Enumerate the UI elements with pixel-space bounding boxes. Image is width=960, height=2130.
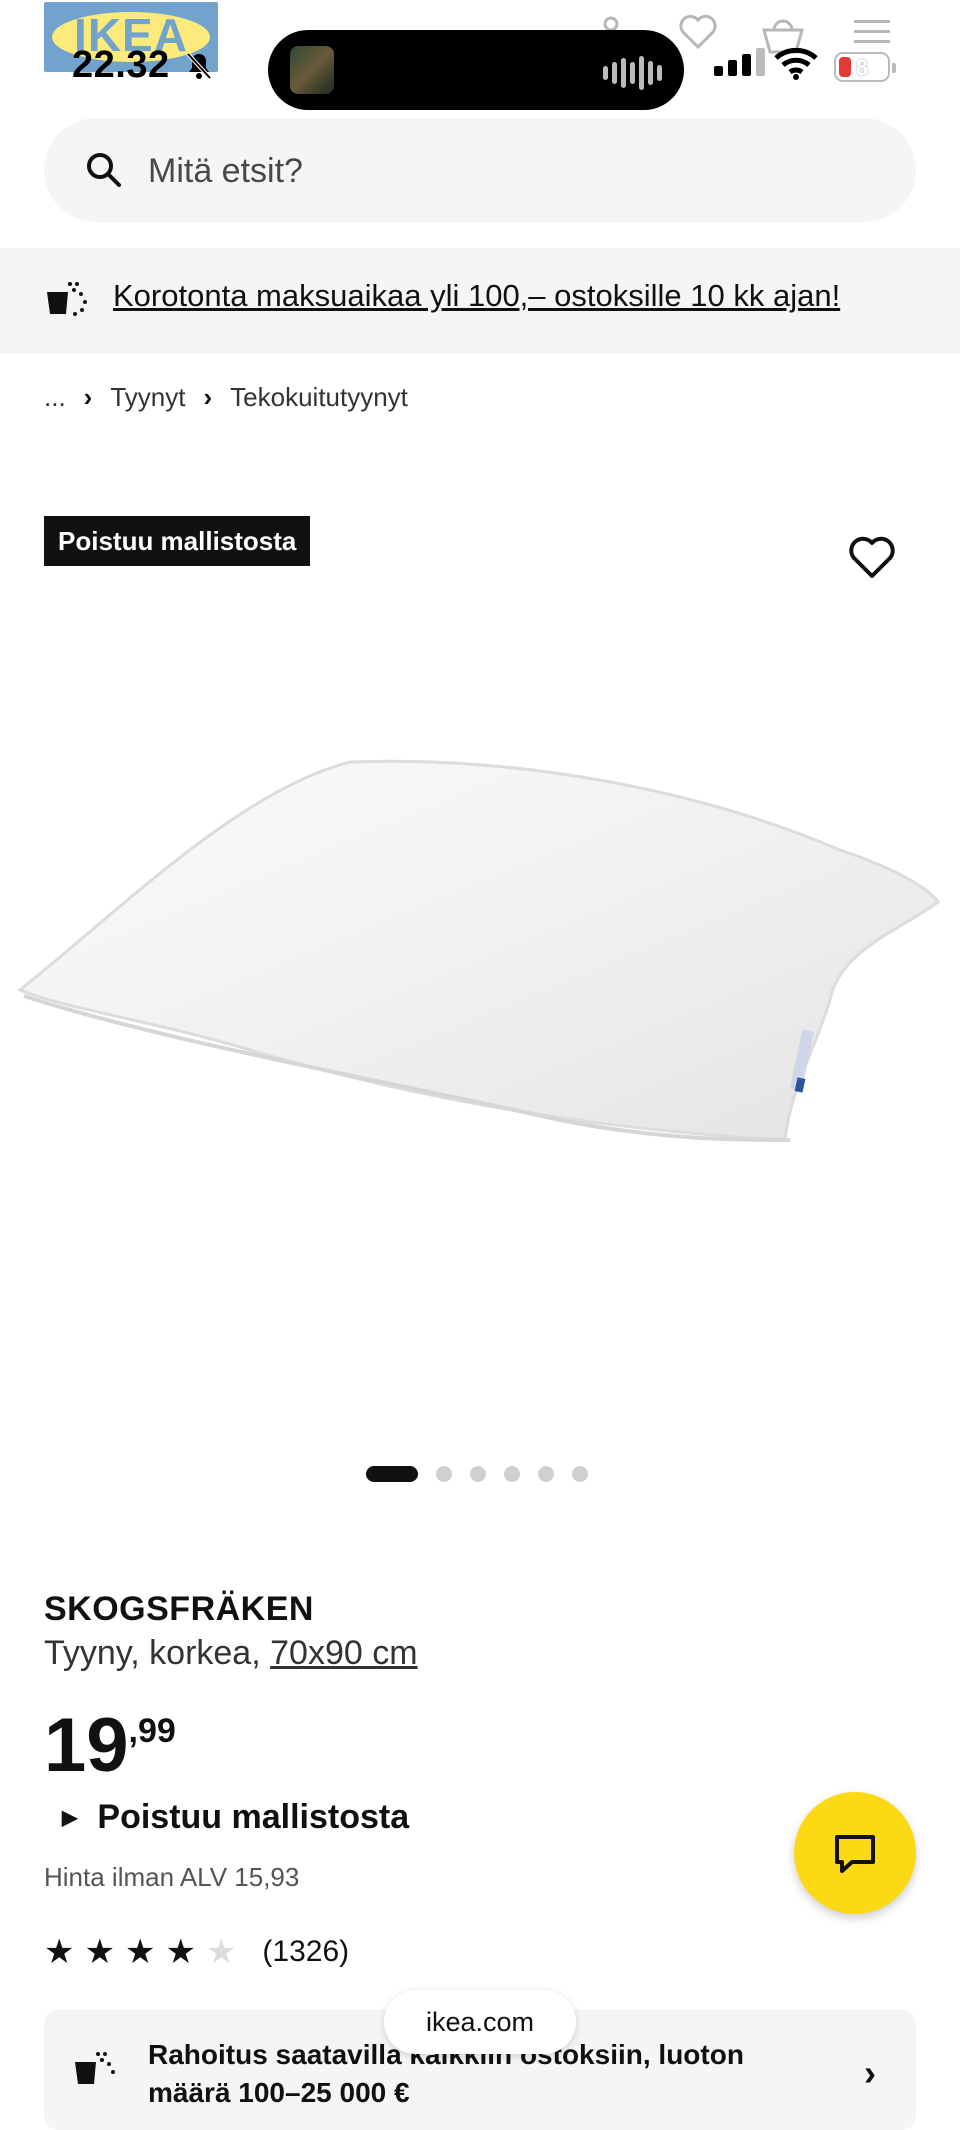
chevron-right-icon: › [203, 382, 213, 412]
status-badge: Poistuu mallistosta [44, 516, 311, 566]
heart-icon[interactable] [678, 14, 718, 55]
star-icon: ★ [84, 1933, 115, 1971]
availability-toggle[interactable]: ▶ Poistuu mallistosta [62, 1798, 409, 1837]
carousel-dot-5[interactable] [538, 1466, 554, 1482]
rating[interactable]: ★ ★ ★ ★ ★ (1326) [44, 1932, 349, 1972]
product-name: SKOGSFRÄKEN [44, 1590, 314, 1628]
browser-url-bar[interactable]: ikea.com [384, 1990, 576, 2054]
dynamic-island[interactable] [268, 30, 684, 110]
product-description: Tyyny, korkea, 70x90 cm [44, 1634, 418, 1673]
breadcrumb-ellipsis[interactable]: ... [44, 382, 66, 413]
breadcrumb-item-pillows[interactable]: Tyynyt [110, 382, 185, 413]
search-icon [84, 150, 124, 195]
price-decimal: ,99 [128, 1712, 176, 1750]
favorite-heart-icon[interactable] [848, 536, 896, 585]
status-bar: IKEA 22.32 8 [0, 0, 960, 112]
carousel-dot-4[interactable] [504, 1466, 520, 1482]
rating-count[interactable]: (1326) [262, 1935, 349, 1969]
battery-level: 8 [855, 55, 869, 80]
product-image[interactable] [0, 700, 960, 1170]
chevron-right-icon: › [83, 382, 93, 412]
promo-banner[interactable]: Korotonta maksuaikaa yli 100,– ostoksill… [0, 248, 960, 354]
breadcrumb: ... › Tyynyt › Tekokuitutyynyt [44, 382, 408, 413]
shopping-bag-icon [72, 2048, 118, 2093]
carousel-dot-3[interactable] [470, 1466, 486, 1482]
product-description-text: Tyyny, korkea, [44, 1634, 261, 1672]
finance-line-2: määrä 100–25 000 € [148, 2077, 410, 2108]
price-integer: 19 [44, 1703, 129, 1788]
product-size-link[interactable]: 70x90 cm [270, 1634, 417, 1672]
caret-right-icon: ▶ [62, 1807, 78, 1829]
shopping-bag-icon [44, 278, 90, 323]
search-placeholder: Mitä etsit? [148, 152, 303, 190]
audio-wave-icon [603, 56, 662, 90]
chat-bubble-icon [835, 1835, 875, 1873]
star-icon: ★ [165, 1933, 196, 1971]
wifi-icon [774, 46, 818, 85]
carousel-dot-2[interactable] [436, 1466, 452, 1482]
promo-link[interactable]: Korotonta maksuaikaa yli 100,– ostoksill… [113, 278, 840, 314]
battery-icon: 8 [834, 52, 896, 82]
carousel-dots[interactable] [366, 1466, 588, 1482]
breadcrumb-item-synthetic-pillows[interactable]: Tekokuitutyynyt [230, 382, 408, 413]
star-half-icon: ★ [205, 1933, 237, 1971]
album-art [290, 46, 334, 94]
menu-icon[interactable] [852, 14, 892, 53]
star-icon: ★ [44, 1933, 75, 1971]
search-input[interactable]: Mitä etsit? [44, 118, 916, 222]
carousel-dot-6[interactable] [572, 1466, 588, 1482]
availability-text: Poistuu mallistosta [97, 1798, 410, 1836]
price-without-vat: Hinta ilman ALV 15,93 [44, 1862, 300, 1892]
carousel-dot-1[interactable] [366, 1466, 418, 1482]
chat-button[interactable] [794, 1792, 916, 1914]
chevron-right-icon: › [864, 2052, 876, 2093]
product-price: 19,99 [44, 1706, 176, 1786]
cellular-signal-icon [714, 48, 765, 76]
star-icon: ★ [124, 1933, 156, 1971]
